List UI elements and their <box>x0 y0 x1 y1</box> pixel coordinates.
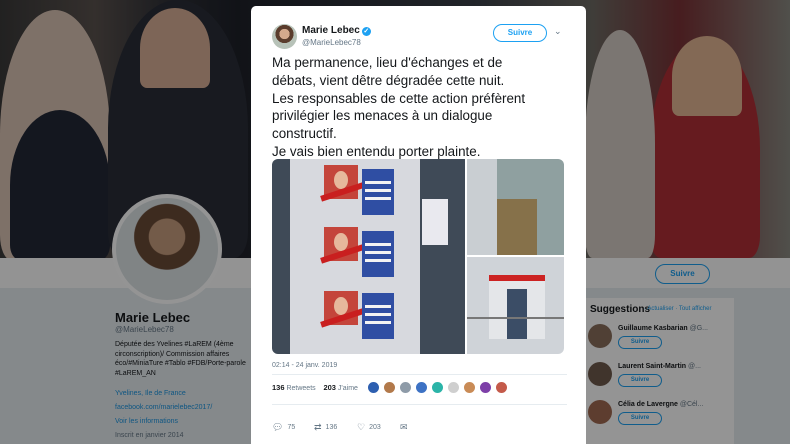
divider <box>272 374 567 375</box>
like-button[interactable]: ♡ 203 <box>357 422 381 433</box>
tweet-line: Ma permanence, lieu d'échanges et de <box>272 55 503 70</box>
tweet-modal: Marie Lebec ✓ @MarieLebec78 Suivre ⌄ Ma p… <box>251 6 586 444</box>
avatar[interactable] <box>479 381 492 394</box>
poster <box>320 291 364 337</box>
avatar[interactable] <box>383 381 396 394</box>
poster <box>422 199 448 245</box>
chevron-down-icon[interactable]: ⌄ <box>554 26 562 37</box>
retweets-stat[interactable]: 136 Retweets <box>272 383 316 392</box>
tweet-text: Ma permanence, lieu d'échanges et de déb… <box>272 54 572 161</box>
avatar[interactable] <box>463 381 476 394</box>
media-photo-office[interactable] <box>467 257 564 354</box>
divider <box>272 404 567 405</box>
tweet-timestamp[interactable]: 02:14 - 24 janv. 2019 <box>272 362 337 369</box>
poster <box>320 227 364 273</box>
verified-badge-icon: ✓ <box>361 27 371 36</box>
avatar[interactable] <box>431 381 444 394</box>
author-avatar[interactable] <box>272 24 297 49</box>
tweet-media[interactable] <box>272 159 564 354</box>
author-name[interactable]: Marie Lebec ✓ <box>302 25 371 36</box>
poster <box>362 293 394 339</box>
retweet-icon: ⇄ <box>314 422 322 432</box>
tweet-line: constructif. <box>272 126 337 142</box>
tweet-line: Les responsables de cette action préfère… <box>272 90 526 106</box>
avatar[interactable] <box>495 381 508 394</box>
author-handle[interactable]: @MarieLebec78 <box>302 38 361 47</box>
follow-button[interactable]: Suivre <box>493 24 547 42</box>
office-door <box>507 289 527 339</box>
media-photo-street[interactable] <box>467 159 564 255</box>
poster <box>320 165 364 211</box>
tweet-actions: 💬︎ 75 ⇄ 136 ♡ 203 ✉ <box>272 422 562 436</box>
reply-icon: 💬︎ <box>272 422 284 432</box>
retweet-button[interactable]: ⇄ 136 <box>314 422 337 433</box>
poster <box>362 231 394 277</box>
tweet-line: débats, vient dêtre dégradée cette nuit. <box>272 72 505 88</box>
ground <box>497 199 537 255</box>
heart-icon: ♡ <box>357 422 366 432</box>
reply-button[interactable]: 💬︎ 75 <box>272 422 295 433</box>
railing <box>467 317 564 319</box>
avatar[interactable] <box>367 381 380 394</box>
building-wall <box>467 159 497 255</box>
likes-stat[interactable]: 203 J'aime <box>323 383 357 392</box>
poster <box>362 169 394 215</box>
avatar[interactable] <box>399 381 412 394</box>
avatar[interactable] <box>447 381 460 394</box>
envelope-icon: ✉ <box>400 422 408 432</box>
tweet-line: privilégier les menaces à un dialogue <box>272 108 493 124</box>
dm-button[interactable]: ✉ <box>400 422 412 433</box>
avatar[interactable] <box>415 381 428 394</box>
media-photo-posters[interactable] <box>272 159 465 354</box>
tweet-stats: 136 Retweets 203 J'aime <box>272 383 358 392</box>
